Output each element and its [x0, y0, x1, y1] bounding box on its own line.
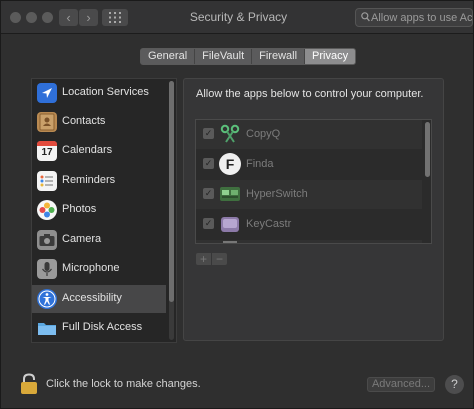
sidebar-item-full-disk-access[interactable]: Full Disk Access	[32, 314, 166, 342]
title-bar: ‹ › Security & Privacy	[1, 1, 473, 34]
chevron-right-icon: ›	[86, 10, 91, 25]
minimize-window-button[interactable]	[26, 12, 37, 23]
sidebar-item-label: Reminders	[62, 174, 116, 186]
folder-icon	[37, 318, 57, 338]
tab-privacy[interactable]: Privacy	[305, 49, 356, 64]
zoom-window-button[interactable]	[42, 12, 53, 23]
list-item[interactable]	[196, 240, 422, 243]
search-icon	[361, 12, 370, 22]
show-all-button[interactable]	[102, 9, 128, 26]
scissors-icon	[219, 123, 241, 145]
tab-general[interactable]: General	[141, 49, 196, 64]
security-privacy-window: ‹ › Security & Privacy General FileVault…	[0, 0, 474, 409]
search-input[interactable]	[371, 9, 472, 26]
sidebar-item-label: Accessibility	[62, 292, 122, 304]
app-checkbox[interactable]: ✓	[203, 188, 214, 199]
sidebar-item-calendars[interactable]: 17 Calendars	[32, 137, 166, 165]
accessibility-person-icon	[37, 289, 57, 309]
finda-icon-letter: F	[225, 156, 235, 172]
window-title: Security & Privacy	[189, 10, 288, 24]
help-button[interactable]: ?	[445, 375, 464, 394]
app-checkbox[interactable]: ✓	[203, 158, 214, 169]
tab-firewall[interactable]: Firewall	[252, 49, 306, 64]
lock-icon[interactable]	[19, 373, 39, 400]
calendar-icon: 17	[37, 141, 57, 161]
photos-flower-icon	[37, 200, 57, 220]
grid-icon	[109, 12, 121, 23]
accessibility-panel: Allow the apps below to control your com…	[183, 78, 444, 341]
app-checkbox[interactable]: ✓	[203, 128, 214, 139]
chevron-left-icon: ‹	[66, 10, 71, 25]
sidebar-item-label: Microphone	[62, 262, 120, 274]
contacts-book-icon	[37, 112, 57, 132]
list-item[interactable]: ✓ HyperSwitch	[196, 180, 422, 209]
sidebar-item-reminders[interactable]: Reminders	[32, 167, 166, 195]
app-list-scroll-thumb[interactable]	[425, 122, 430, 177]
sidebar-item-microphone[interactable]: Microphone	[32, 255, 166, 283]
sidebar-item-location-services[interactable]: Location Services	[32, 79, 166, 107]
remove-app-button[interactable]: −	[212, 253, 227, 265]
app-name: Finda	[246, 158, 274, 170]
sidebar-item-label: Contacts	[62, 115, 106, 127]
back-button[interactable]: ‹	[59, 9, 78, 26]
app-name: CopyQ	[246, 128, 281, 140]
search-field[interactable]	[355, 8, 473, 27]
app-name: HyperSwitch	[246, 188, 308, 200]
keycastr-icon	[219, 213, 241, 235]
sidebar-item-label: Photos	[62, 203, 97, 215]
microphone-icon	[37, 259, 57, 279]
camera-icon	[37, 230, 57, 250]
sidebar-item-contacts[interactable]: Contacts	[32, 108, 166, 136]
app-icon	[219, 241, 241, 243]
sidebar-item-camera[interactable]: Camera	[32, 226, 166, 254]
privacy-category-list: Location Services Contacts 17 Calendars	[31, 78, 177, 343]
add-app-button[interactable]: +	[196, 253, 211, 265]
sidebar-item-label: Location Services	[62, 86, 149, 98]
hyperswitch-icon	[219, 183, 241, 205]
lock-instruction-text: Click the lock to make changes.	[46, 378, 201, 390]
sidebar-item-label: Full Disk Access	[62, 321, 143, 333]
list-item[interactable]: ✓ F Finda	[196, 150, 422, 179]
app-list-scrollbar[interactable]	[425, 122, 430, 240]
preference-tabs: General FileVault Firewall Privacy	[140, 48, 357, 65]
reminders-list-icon	[37, 171, 57, 191]
panel-description: Allow the apps below to control your com…	[196, 88, 424, 100]
app-list: ✓ CopyQ ✓ F Finda ✓ HyperSwitch ✓ KeyCas…	[195, 119, 432, 244]
tab-filevault[interactable]: FileVault	[195, 49, 253, 64]
close-window-button[interactable]	[10, 12, 21, 23]
list-item[interactable]: ✓ CopyQ	[196, 120, 422, 149]
sidebar-scrollbar[interactable]	[169, 81, 174, 340]
sidebar-item-photos[interactable]: Photos	[32, 196, 166, 224]
app-checkbox[interactable]: ✓	[203, 218, 214, 229]
forward-button[interactable]: ›	[79, 9, 98, 26]
advanced-button[interactable]: Advanced...	[367, 377, 435, 392]
app-name: KeyCastr	[246, 218, 292, 230]
finda-f-icon: F	[219, 153, 241, 175]
sidebar-scroll-thumb[interactable]	[169, 81, 174, 302]
calendar-day-text: 17	[41, 147, 53, 158]
list-item[interactable]: ✓ KeyCastr	[196, 210, 422, 239]
sidebar-item-label: Calendars	[62, 144, 113, 156]
sidebar-item-accessibility[interactable]: Accessibility	[32, 285, 166, 313]
sidebar-item-label: Camera	[62, 233, 102, 245]
location-arrow-icon	[37, 83, 57, 103]
